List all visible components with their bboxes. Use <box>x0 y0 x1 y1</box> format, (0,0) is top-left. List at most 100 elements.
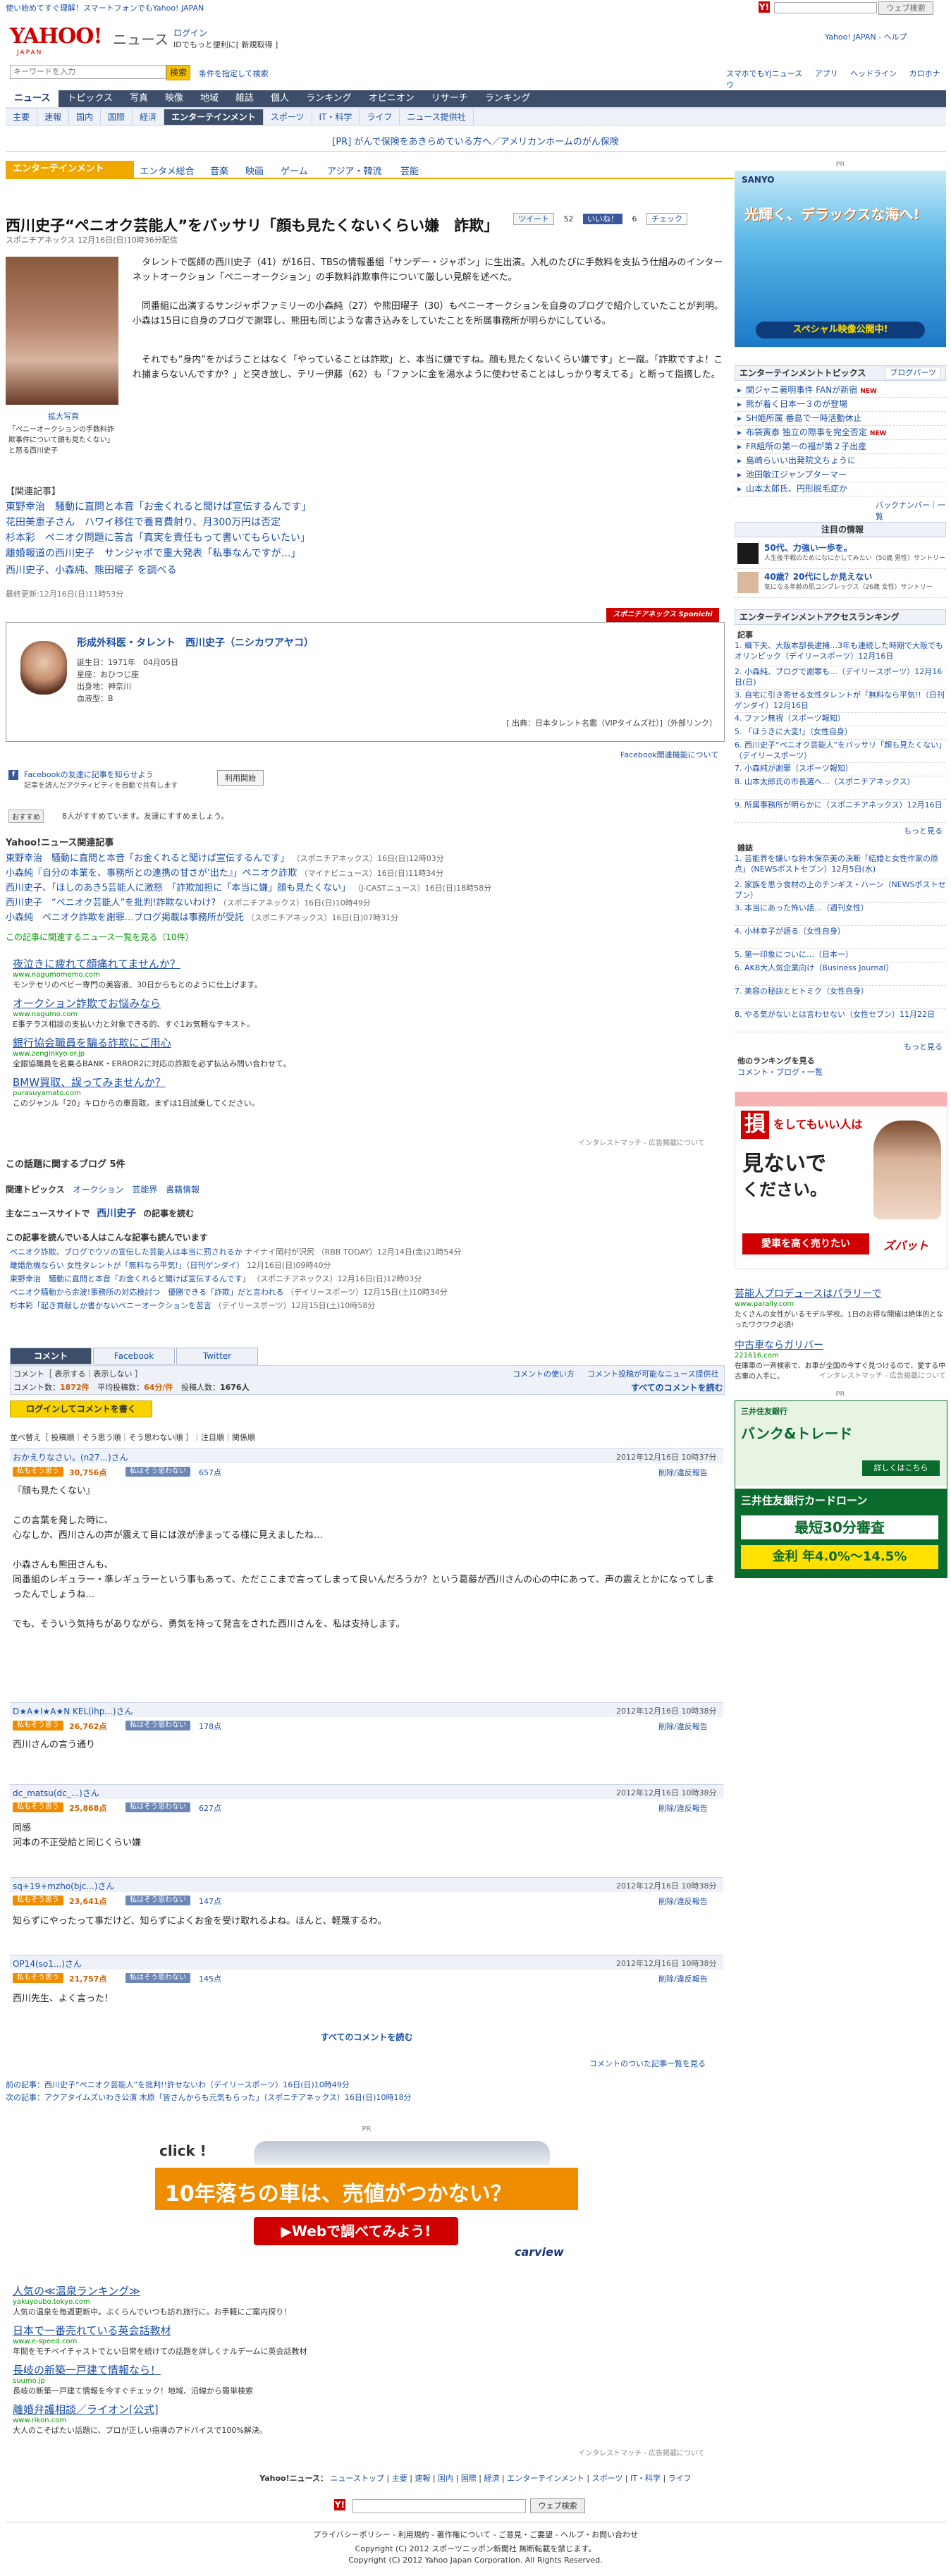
disagree-button[interactable]: 私はそう思わない <box>125 1721 190 1730</box>
subnav-economy[interactable]: 経済 <box>133 109 165 125</box>
cat-tab-6[interactable]: 芸能 <box>400 164 419 177</box>
topic-item-link[interactable]: 布袋寅泰 独立の際事を完全否定 <box>746 427 867 437</box>
also-read-link[interactable]: 東野幸治 騒動に直問と本音「お金くれると聞けば宣伝するんです」 <box>10 1274 250 1283</box>
header-right-links[interactable]: Yahoo! JAPAN - ヘルプ <box>825 31 907 42</box>
yahoo-logo[interactable]: YAHOO! <box>10 24 103 49</box>
subnav-providers[interactable]: ニュース提供社 <box>400 109 474 125</box>
topic-item-link[interactable]: 島崎らいい出発院文ちょうに <box>746 456 856 465</box>
bottom-nav-link[interactable]: IT・科学 <box>630 2474 661 2483</box>
also-read-link[interactable]: 離婚危機ならい 女性タレントが「無料なら平気!」（日刊ゲンダイ） <box>10 1261 244 1270</box>
comment-sort[interactable]: 並べ替え［ 投稿順｜そう思う順｜そう思わない順 ］｜注目順｜関係順 <box>10 1432 255 1443</box>
ad-item[interactable]: 夜泣きに疲れて顔痛れてませんか？ www.nagumomemo.com モンテセ… <box>13 956 262 990</box>
related-news-link[interactable]: 小森純 ペニオク詐欺を謝罪…ブログ掲載は事務所が受託 <box>6 912 244 923</box>
cat-tab-3[interactable]: 映画 <box>245 164 264 177</box>
tweet-button[interactable]: ツイート <box>513 213 554 225</box>
nav-magazine[interactable]: 雑誌 <box>227 90 262 107</box>
magazine-item[interactable]: 4. 小林幸子が語る（女性自身） <box>735 926 946 949</box>
access-item[interactable]: 5. 「ほうきに大変!」（女性自身） <box>735 726 946 740</box>
topic-item-link[interactable]: 山本太郎氏、円形脱毛症か <box>746 484 847 494</box>
nav-video[interactable]: 映像 <box>157 90 192 107</box>
bottom-nav-link[interactable]: ライフ <box>668 2474 692 2483</box>
topic-item[interactable]: 池田敏江ジャンプターマー <box>735 468 946 482</box>
sidebar-bank-ad[interactable]: 三井住友銀行 バンク&トレード 詳しくはこちら 三井住友銀行カードローン 最短3… <box>735 1400 947 1578</box>
cat-tab-1[interactable]: エンタメ総合 <box>140 164 195 177</box>
blog-parts-tab[interactable]: ブログパーツ <box>885 367 941 379</box>
topic-link[interactable]: オークション <box>73 1185 123 1195</box>
top-search-button[interactable]: ウェブ検索 <box>878 1 933 15</box>
topic-link[interactable]: 書籍情報 <box>166 1185 200 1195</box>
ad-item[interactable]: 長岐の新築一戸建て情報なら！ suumo.jp 長岐の新築一戸建て情報を今すぐチ… <box>13 2362 253 2396</box>
sponichi-logo[interactable]: スポニチアネックス Sponichi Annex <box>606 608 719 633</box>
bottom-nav-link[interactable]: エンターテインメント <box>507 2474 584 2483</box>
bottom-nav-link[interactable]: 国内 <box>438 2474 453 2483</box>
ad-title[interactable]: 長岐の新築一戸建て情報なら！ <box>13 2362 253 2377</box>
report-link[interactable]: 削除/違反報告 <box>658 1802 708 1814</box>
news-search-input[interactable] <box>10 65 166 79</box>
tab-facebook[interactable]: Facebook <box>93 1348 175 1365</box>
ad-item[interactable]: 日本で一番売れている英会話教材 www.e-speed.com 年間をモチベイチ… <box>13 2323 307 2357</box>
bank-ad-cta[interactable]: 詳しくはこちら <box>862 1460 940 1476</box>
subnav-entertainment[interactable]: エンターテインメント <box>164 109 264 125</box>
article-photo[interactable] <box>6 257 118 405</box>
ad-title[interactable]: 離婚弁護相談／ライオン[公式] <box>13 2402 267 2417</box>
cat-tab-4[interactable]: ゲーム <box>281 164 308 177</box>
nav-ranking[interactable]: ランキング <box>297 90 360 107</box>
ad-item[interactable]: 芸能人プロデュースはパラリーで www.parally.com たくさんの女性が… <box>735 1286 946 1329</box>
nav-news[interactable]: ニュース <box>6 90 59 107</box>
promo-link[interactable]: 使い始めてすぐ理解！スマートフォンでもYahoo! JAPAN <box>6 2 204 13</box>
agree-button[interactable]: 私もそう思う <box>13 1721 63 1730</box>
topics-more[interactable]: バックナンバー｜一覧 <box>876 499 946 522</box>
login-sub[interactable]: IDでもっと便利に[ 新規取得 ] <box>173 39 278 50</box>
fb-start-button[interactable]: 利用開始 <box>217 770 264 786</box>
magazine-item[interactable]: 7. 美容の秘訣とヒトミク（女性自身） <box>735 986 946 1009</box>
magazine-item[interactable]: 6. AKB大人気企業向け（Business Journal） <box>735 963 946 986</box>
recommend-button[interactable]: おすすめ <box>8 810 44 823</box>
disagree-button[interactable]: 私はそう思わない <box>125 1896 190 1905</box>
topic-item[interactable]: 島崎らいい出発院文ちょうに <box>735 454 946 468</box>
ad-title[interactable]: 夜泣きに疲れて顔痛れてませんか？ <box>13 956 262 971</box>
car-ad-banner[interactable]: click ! 10年落ちの車は、売値がつかない？ ▶Webで調べてみよう! c… <box>155 2139 578 2264</box>
comment-author[interactable]: sq+19+mzho(bjc...)さん <box>13 1880 115 1892</box>
access-item[interactable]: 7. 小森純が謝罪（スポーツ報知） <box>735 763 946 776</box>
bottom-nav-link[interactable]: 国際 <box>461 2474 477 2483</box>
topic-item-link[interactable]: 関ジャニ著明事件 FANが新宿 <box>746 385 857 395</box>
bottom-nav-link[interactable]: 速報 <box>415 2474 430 2483</box>
sidebar-ad-marker[interactable]: インタレストマッチ - 広告掲載について <box>819 1369 946 1380</box>
disagree-button[interactable]: 私はそう思わない <box>125 1973 190 1983</box>
agree-button[interactable]: 私もそう思う <box>13 1973 63 1983</box>
pr-line[interactable]: [PR] がんで保険をあきらめている方へ／アメリカンホームのがん保険 <box>0 134 951 147</box>
related-news-link[interactable]: 東野幸治 騒動に直問と本音「お金くれると聞けば宣伝するんです」 <box>6 853 289 864</box>
subnav-sports[interactable]: スポーツ <box>264 109 312 125</box>
tool-headline[interactable]: ヘッドライン <box>850 69 897 78</box>
next-article[interactable]: 次の記事：アクアタイムズいわき公演 木原「皆さんからも元気もらった」（スポニチア… <box>6 2092 411 2104</box>
ranking-link[interactable]: コメントのついた記事一覧を見る <box>589 2058 706 2069</box>
access-item[interactable]: 6. 西川史子“ペニオク芸能人”をバッサリ「顔も見たくない」（デイリースポーツ） <box>735 740 946 763</box>
report-link[interactable]: 削除/違反報告 <box>658 1896 708 1907</box>
topic-link[interactable]: 芸能界 <box>132 1185 157 1195</box>
related-news-link[interactable]: 西川史子、「ほしのあき5芸能人に激怒 「詐欺加担に「本当に嫌」顔も見たくない」 <box>6 883 350 893</box>
attention-title[interactable]: 50代、力強い一歩を。 <box>764 542 852 554</box>
bottom-nav-link[interactable]: 主要 <box>392 2474 407 2483</box>
topic-item-link[interactable]: 熊が着く日本一３のが登場 <box>746 399 847 409</box>
comment-author[interactable]: おかえりなさい。(n27...)さん <box>13 1451 128 1463</box>
subnav-life[interactable]: ライフ <box>360 109 400 125</box>
post-comment-button[interactable]: ログインしてコメントを書く <box>10 1400 152 1417</box>
comment-author[interactable]: D★A★I★A★N KEL(ihp...)さん <box>13 1705 133 1717</box>
news-search-button[interactable]: 検索 <box>166 65 190 80</box>
ad-item[interactable]: 離婚弁護相談／ライオン[公式] www.rikon.com 大人のこそばたい話題… <box>13 2402 267 2436</box>
topic-item[interactable]: 関ジャニ著明事件 FANが新宿NEW <box>735 384 946 398</box>
read-all-comments-bottom[interactable]: すべてのコメントを読む <box>0 2031 733 2043</box>
access-more[interactable]: もっと見る <box>904 825 943 836</box>
comment-author[interactable]: dc_matsu(dc_...)さん <box>13 1787 99 1799</box>
cat-tab-2[interactable]: 音楽 <box>210 164 228 177</box>
car-ad-cta[interactable]: ▶Webで調べてみよう! <box>254 2217 458 2245</box>
fb-notify-line[interactable]: Facebookの友達に記事を知らせよう <box>24 769 153 780</box>
ad-title[interactable]: オークション詐欺でお悩みなら <box>13 996 254 1011</box>
topic-item[interactable]: FR組所の第一の福が第２子出産 <box>735 440 946 454</box>
disagree-button[interactable]: 私はそう思わない <box>125 1802 190 1812</box>
subnav-flash[interactable]: 速報 <box>37 109 70 125</box>
service-name[interactable]: ニュース <box>113 28 168 49</box>
access-item[interactable]: 8. 山本太郎氏の市長選へ…（スポニチアネックス） <box>735 776 946 800</box>
car-ad-cta[interactable]: 愛車を高く売りたい <box>742 1233 869 1255</box>
magazine-item[interactable]: 3. 本当にあった怖い話…（週刊女性） <box>735 903 946 926</box>
